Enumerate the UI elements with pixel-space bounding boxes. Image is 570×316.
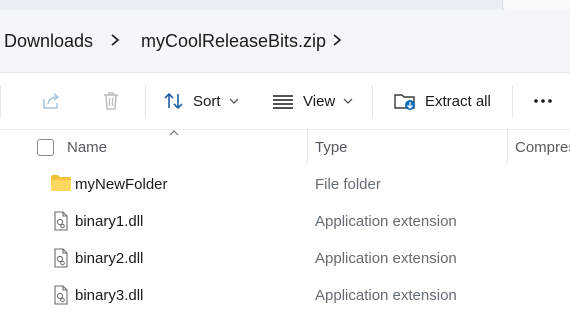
breadcrumb-item-zip[interactable]: myCoolReleaseBits.zip <box>141 31 326 52</box>
view-label: View <box>303 92 336 110</box>
column-divider[interactable] <box>307 130 308 164</box>
toolbar-divider <box>372 85 373 117</box>
file-type: Application extension <box>315 213 457 230</box>
more-options-button[interactable] <box>533 73 553 129</box>
dll-file-icon <box>54 211 68 231</box>
column-header: Name Type Compres <box>0 130 570 164</box>
chevron-down-icon <box>229 98 238 104</box>
address-bar[interactable]: Downloads myCoolReleaseBits.zip <box>0 10 570 73</box>
chevron-right-icon[interactable] <box>330 30 344 50</box>
chevron-right-icon[interactable] <box>108 30 122 50</box>
file-row[interactable]: binary2.dll Application extension <box>0 242 570 279</box>
dll-file-icon <box>54 248 68 268</box>
sort-ascending-caret-icon <box>169 130 179 136</box>
more-icon <box>534 99 552 103</box>
sort-label: Sort <box>193 92 221 110</box>
title-strip <box>0 0 570 12</box>
view-icon <box>273 95 293 109</box>
toolbar-divider <box>512 85 513 117</box>
delete-button[interactable] <box>101 73 121 129</box>
delete-icon <box>104 92 118 110</box>
chevron-down-icon <box>343 98 353 104</box>
file-row[interactable]: binary3.dll Application extension <box>0 279 570 316</box>
breadcrumb-item-downloads[interactable]: Downloads <box>4 31 93 52</box>
file-row[interactable]: myNewFolder File folder <box>0 168 570 205</box>
share-icon <box>43 93 60 109</box>
dll-file-icon <box>54 285 68 305</box>
select-all-checkbox[interactable] <box>37 139 54 156</box>
file-type: File folder <box>315 176 381 193</box>
view-button[interactable]: View <box>272 73 353 129</box>
sort-icon <box>164 92 183 110</box>
file-name: myNewFolder <box>75 176 168 193</box>
extract-all-label: Extract all <box>425 92 491 110</box>
file-name: binary3.dll <box>75 287 144 304</box>
file-row[interactable]: binary1.dll Application extension <box>0 205 570 242</box>
file-name: binary2.dll <box>75 250 144 267</box>
column-divider[interactable] <box>507 130 508 164</box>
extract-all-button[interactable]: Extract all <box>393 73 491 129</box>
extract-all-icon <box>394 94 415 110</box>
sort-button[interactable]: Sort <box>163 73 239 129</box>
toolbar-divider <box>145 85 146 117</box>
toolbar-divider <box>0 85 1 117</box>
folder-icon <box>51 175 71 191</box>
column-header-name[interactable]: Name <box>67 139 107 156</box>
command-bar: Sort View Extract all <box>0 73 570 130</box>
column-header-compressed-size[interactable]: Compres <box>515 139 570 156</box>
file-type: Application extension <box>315 287 457 304</box>
column-header-type[interactable]: Type <box>315 139 348 156</box>
file-type: Application extension <box>315 250 457 267</box>
share-button[interactable] <box>40 73 62 129</box>
file-name: binary1.dll <box>75 213 144 230</box>
